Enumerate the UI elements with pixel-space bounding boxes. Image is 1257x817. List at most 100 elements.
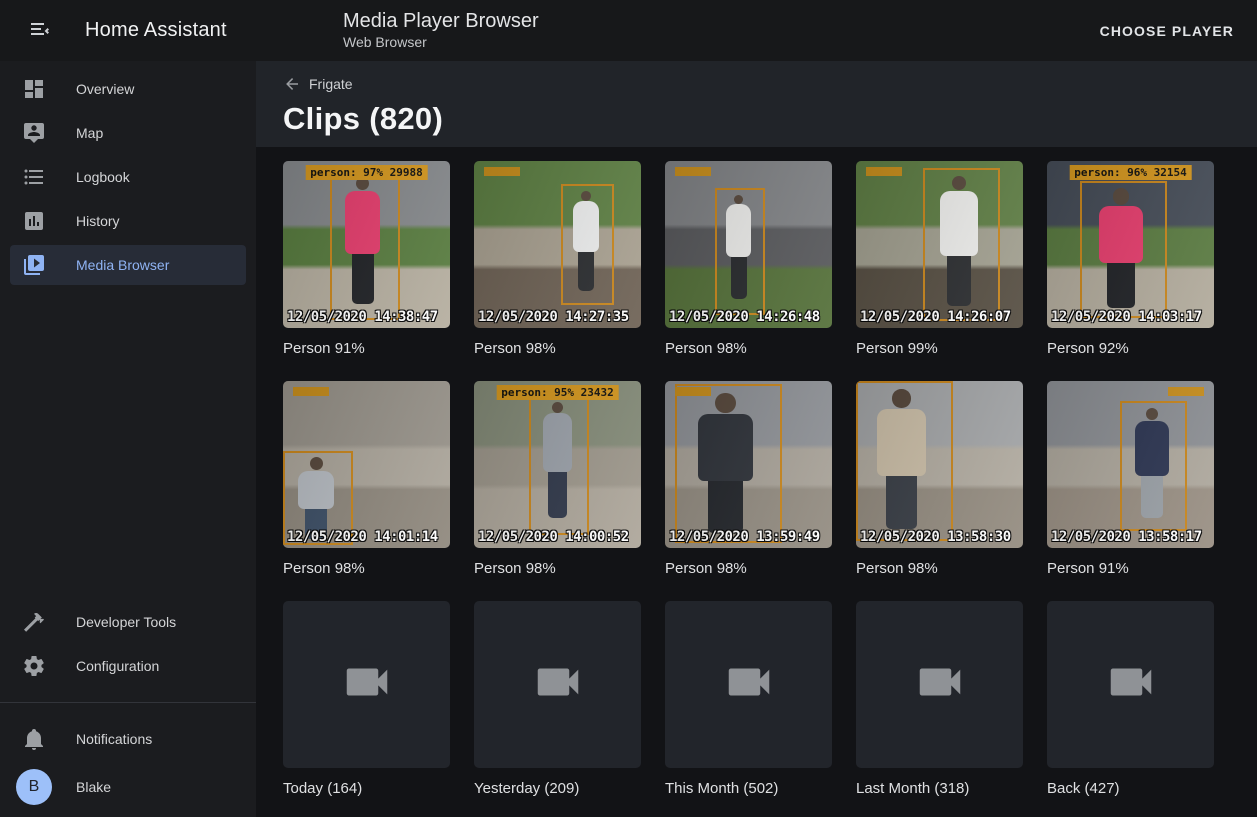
sidebar: Overview Map Logbook History Media Brows… [0, 61, 256, 817]
app-title: Home Assistant [85, 19, 227, 42]
clip-thumbnail: 12/05/2020 14:26:07 [856, 161, 1023, 328]
folder-card-this-month-502[interactable]: This Month (502) [665, 601, 832, 798]
sidebar-item-developer-tools[interactable]: Developer Tools [10, 602, 246, 642]
clip-card[interactable]: 12/05/2020 13:58:17 Person 91% [1047, 381, 1214, 578]
sidebar-toggle-button[interactable] [16, 7, 64, 55]
clip-thumbnail: person: 96% 32154 12/05/2020 14:03:17 [1047, 161, 1214, 328]
hammer-icon [22, 610, 46, 634]
clip-card[interactable]: person: 96% 32154 12/05/2020 14:03:17 Pe… [1047, 161, 1214, 358]
folder-thumbnail [856, 601, 1023, 768]
folder-thumbnail [474, 601, 641, 768]
timestamp-overlay: 12/05/2020 13:58:17 [1051, 529, 1202, 545]
sidebar-item-history[interactable]: History [10, 201, 246, 241]
detection-chip [484, 167, 520, 176]
clip-label: Person 98% [665, 339, 832, 358]
clip-card[interactable]: 12/05/2020 14:27:35 Person 98% [474, 161, 641, 358]
cog-icon [22, 654, 46, 678]
clip-card[interactable]: 12/05/2020 14:01:14 Person 98% [283, 381, 450, 578]
clip-label: Person 98% [283, 559, 450, 578]
detection-bounding-box [715, 188, 765, 315]
detection-chip [1168, 387, 1204, 396]
clip-label: Person 98% [665, 559, 832, 578]
page-title-block: Media Player Browser Web Browser [343, 9, 539, 52]
detection-bounding-box [856, 381, 953, 541]
video-icon [1104, 655, 1158, 714]
clip-label: Person 91% [1047, 559, 1214, 578]
sidebar-nav-items: Overview Map Logbook History Media Brows… [0, 65, 256, 289]
detection-chip [866, 167, 902, 176]
video-icon [531, 655, 585, 714]
detection-bounding-box [283, 451, 353, 545]
media-browser-content: Frigate Clips (820) person: 97% 29988 12… [256, 61, 1257, 817]
sidebar-user-profile[interactable]: B Blake [10, 767, 246, 807]
detection-banner: person: 95% 23432 [496, 385, 619, 400]
folder-card-today-164[interactable]: Today (164) [283, 601, 450, 798]
notifications-label: Notifications [76, 731, 152, 747]
folder-label: Last Month (318) [856, 779, 1023, 798]
page-heading: Clips (820) [283, 101, 1233, 137]
folder-label: Today (164) [283, 779, 450, 798]
breadcrumb-back-frigate[interactable]: Frigate [283, 75, 353, 93]
person-figure [572, 191, 601, 300]
clip-card[interactable]: 12/05/2020 13:59:49 Person 98% [665, 381, 832, 578]
timestamp-overlay: 12/05/2020 14:00:52 [478, 529, 629, 545]
person-figure [297, 457, 335, 541]
sidebar-spacer [0, 289, 256, 598]
sidebar-bottom-items: Developer Tools Configuration [0, 598, 256, 690]
choose-player-button[interactable]: CHOOSE PLAYER [1092, 15, 1242, 47]
folder-card-back-427[interactable]: Back (427) [1047, 601, 1214, 798]
page-subtitle: Web Browser [343, 33, 539, 52]
folder-card-yesterday-209[interactable]: Yesterday (209) [474, 601, 641, 798]
menu-open-icon [28, 17, 52, 44]
tooltip-account-icon [22, 121, 46, 145]
clip-card[interactable]: person: 95% 23432 12/05/2020 14:00:52 Pe… [474, 381, 641, 578]
folder-label: This Month (502) [665, 779, 832, 798]
chart-box-icon [22, 209, 46, 233]
sidebar-item-media-browser[interactable]: Media Browser [10, 245, 246, 285]
clip-thumbnail: 12/05/2020 13:58:30 [856, 381, 1023, 548]
clip-card[interactable]: 12/05/2020 14:26:07 Person 99% [856, 161, 1023, 358]
folder-thumbnail [1047, 601, 1214, 768]
clip-thumbnail: 12/05/2020 13:58:17 [1047, 381, 1214, 548]
clip-card[interactable]: person: 97% 29988 12/05/2020 14:38:47 Pe… [283, 161, 450, 358]
timestamp-overlay: 12/05/2020 14:26:07 [860, 309, 1011, 325]
top-app-bar: Home Assistant Media Player Browser Web … [0, 0, 1257, 61]
sidebar-item-logbook[interactable]: Logbook [10, 157, 246, 197]
bell-icon [22, 727, 46, 751]
clip-thumbnail: 12/05/2020 14:27:35 [474, 161, 641, 328]
person-figure [344, 177, 382, 315]
clip-thumbnail: 12/05/2020 13:59:49 [665, 381, 832, 548]
folder-card-last-month-318[interactable]: Last Month (318) [856, 601, 1023, 798]
clip-label: Person 92% [1047, 339, 1214, 358]
sidebar-item-configuration[interactable]: Configuration [10, 646, 246, 686]
timestamp-overlay: 12/05/2020 14:38:47 [287, 309, 438, 325]
sidebar-item-map[interactable]: Map [10, 113, 246, 153]
person-figure [1097, 188, 1145, 313]
clip-label: Person 99% [856, 339, 1023, 358]
detection-banner: person: 96% 32154 [1069, 165, 1192, 180]
clip-label: Person 98% [474, 559, 641, 578]
media-grid: person: 97% 29988 12/05/2020 14:38:47 Pe… [283, 161, 1257, 798]
clip-label: Person 98% [856, 559, 1023, 578]
arrow-left-icon [283, 75, 301, 93]
breadcrumb-label: Frigate [309, 76, 353, 92]
timestamp-overlay: 12/05/2020 13:59:49 [669, 529, 820, 545]
clip-card[interactable]: 12/05/2020 13:58:30 Person 98% [856, 381, 1023, 578]
clip-label: Person 98% [474, 339, 641, 358]
detection-bounding-box [1120, 401, 1187, 531]
avatar: B [16, 769, 52, 805]
home-assistant-app: Home Assistant Media Player Browser Web … [0, 0, 1257, 817]
detection-bounding-box [1080, 181, 1167, 318]
clip-card[interactable]: 12/05/2020 14:26:48 Person 98% [665, 161, 832, 358]
person-figure [1134, 408, 1170, 527]
clip-label: Person 91% [283, 339, 450, 358]
folder-label: Yesterday (209) [474, 779, 641, 798]
view-dashboard-icon [22, 77, 46, 101]
detection-bounding-box [561, 184, 614, 304]
sidebar-item-overview[interactable]: Overview [10, 69, 246, 109]
timestamp-overlay: 12/05/2020 14:26:48 [669, 309, 820, 325]
sidebar-item-notifications[interactable]: Notifications [10, 719, 246, 759]
detection-chip [293, 387, 329, 396]
person-figure [541, 402, 574, 530]
timestamp-overlay: 12/05/2020 14:27:35 [478, 309, 629, 325]
